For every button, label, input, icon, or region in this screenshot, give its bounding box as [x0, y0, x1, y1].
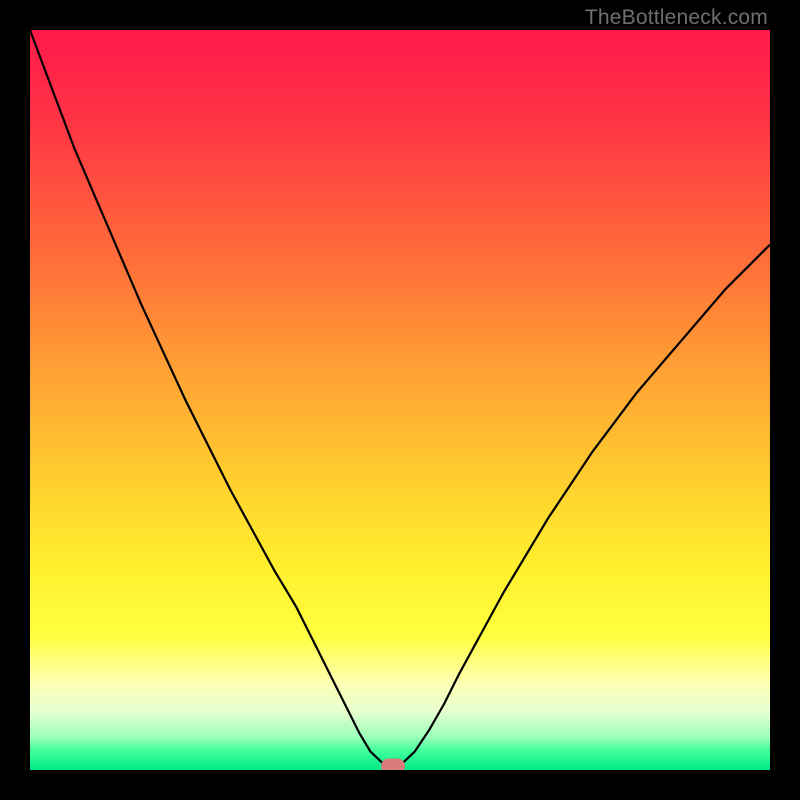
plot-area [30, 30, 770, 770]
chart-frame: TheBottleneck.com [0, 0, 800, 800]
bottleneck-curve [30, 30, 770, 770]
attribution-label: TheBottleneck.com [585, 6, 768, 30]
optimum-marker [381, 758, 405, 770]
